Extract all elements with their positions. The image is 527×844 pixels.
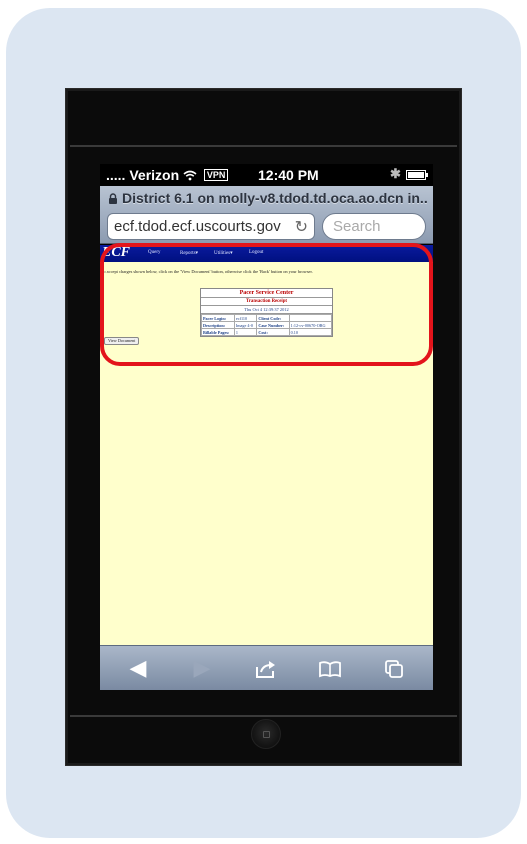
share-icon[interactable]	[246, 654, 286, 684]
phone-top-divider	[70, 145, 457, 147]
menu-utilities[interactable]: Utilities▾	[214, 250, 233, 256]
view-document-button[interactable]: View Document	[104, 337, 140, 345]
vpn-badge: VPN	[203, 169, 229, 181]
table-cell: Case Number:	[256, 321, 290, 329]
search-placeholder: Search	[333, 218, 381, 235]
page-title: District 6.1 on molly-v8.tdod.td.oca.ao.…	[108, 190, 428, 206]
home-button[interactable]	[251, 719, 281, 749]
receipt-date: Thu Oct 4 12:39:37 2012	[201, 306, 332, 314]
ecf-navbar: ECF Query Reports▾ Utilities▾ Logout	[100, 245, 433, 262]
status-bar: ..... Verizon VPN 12:40 PM ✱	[100, 164, 433, 186]
table-row: Pacer Login: ecf110 Client Code:	[201, 314, 333, 322]
table-cell: 1	[233, 328, 258, 336]
carrier-area: ..... Verizon VPN	[106, 167, 231, 183]
page-title-text: District 6.1 on molly-v8.tdod.td.oca.ao.…	[122, 190, 428, 206]
search-input[interactable]: Search	[322, 213, 426, 240]
table-cell	[288, 314, 333, 322]
lock-icon	[108, 191, 118, 204]
bookmarks-icon[interactable]	[310, 654, 350, 684]
table-cell: Billable Pages:	[201, 328, 235, 336]
web-content: ECF Query Reports▾ Utilities▾ Logout To …	[100, 245, 433, 645]
menu-query[interactable]: Query	[148, 250, 161, 255]
table-row: Billable Pages: 1 Cost: 0.10	[201, 328, 333, 336]
safari-toolbar: ◀ ▶	[100, 645, 433, 690]
charges-notice: To accept charges shown below, click on …	[101, 269, 313, 274]
menu-reports[interactable]: Reports▾	[180, 250, 198, 256]
ecf-logo: ECF	[102, 245, 131, 260]
carrier-label: ..... Verizon	[106, 167, 180, 183]
status-time: 12:40 PM	[258, 167, 319, 183]
table-cell: 0.10	[288, 328, 333, 336]
receipt-title: Pacer Service Center	[201, 289, 332, 298]
phone-screen: ..... Verizon VPN 12:40 PM ✱ District 6.…	[100, 164, 433, 690]
battery-icon	[406, 170, 428, 180]
reload-icon[interactable]: ↻	[292, 217, 308, 237]
phone-bottom-divider	[70, 715, 457, 717]
receipt-table: Pacer Login: ecf110 Client Code: Descrip…	[201, 314, 333, 336]
table-cell: ecf110	[233, 314, 258, 322]
table-cell: Client Code:	[256, 314, 290, 322]
home-square-icon	[263, 731, 270, 738]
menu-logout[interactable]: Logout	[249, 250, 263, 255]
table-cell: Image 4-0	[233, 321, 258, 329]
transaction-receipt: Pacer Service Center Transaction Receipt…	[200, 288, 333, 337]
table-cell: Cost:	[256, 328, 290, 336]
back-icon[interactable]: ◀	[118, 654, 158, 684]
table-cell: Pacer Login:	[201, 314, 235, 322]
url-field[interactable]: ecf.tdod.ecf.uscourts.gov ↻	[107, 213, 315, 240]
bluetooth-icon: ✱	[390, 166, 401, 181]
wifi-icon	[183, 167, 201, 183]
pages-icon[interactable]	[374, 654, 414, 684]
forward-icon[interactable]: ▶	[182, 654, 222, 684]
safari-address-bar: District 6.1 on molly-v8.tdod.td.oca.ao.…	[100, 186, 433, 244]
table-cell: 1:12-cv-00670-ORG	[288, 321, 333, 329]
url-text: ecf.tdod.ecf.uscourts.gov	[114, 218, 281, 235]
table-row: Description: Image 4-0 Case Number: 1:12…	[201, 321, 333, 329]
table-cell: Description:	[201, 321, 235, 329]
receipt-subtitle: Transaction Receipt	[201, 298, 332, 306]
